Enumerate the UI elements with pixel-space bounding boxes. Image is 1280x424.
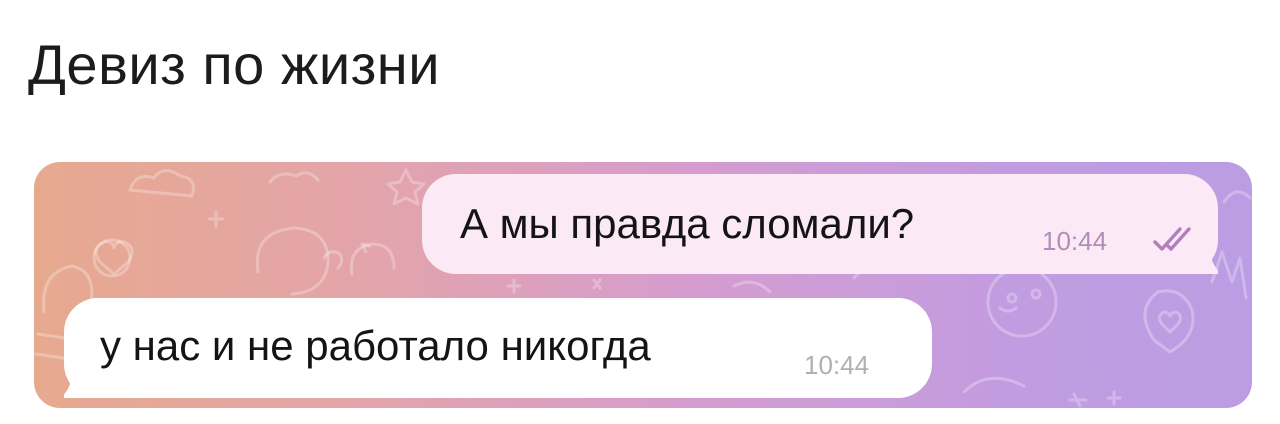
message-text: у нас и не работало никогда <box>100 322 651 369</box>
double-check-read-icon <box>1153 227 1191 251</box>
page-title: Девиз по жизни <box>28 33 440 96</box>
message-time: 10:44 <box>804 350 870 380</box>
incoming-message-bubble[interactable]: у нас и не работало никогда 10:44 <box>64 298 932 398</box>
bubble-tail <box>64 358 104 398</box>
message-time: 10:44 <box>1042 226 1108 256</box>
screenshot-page: Девиз по жизни А мы правда сломали? 10:4… <box>0 0 1280 424</box>
outgoing-message-bubble[interactable]: А мы правда сломали? 10:44 <box>422 174 1218 274</box>
chat-screenshot: А мы правда сломали? 10:44 у нас и не ра… <box>34 162 1252 408</box>
message-text: А мы правда сломали? <box>460 200 915 247</box>
